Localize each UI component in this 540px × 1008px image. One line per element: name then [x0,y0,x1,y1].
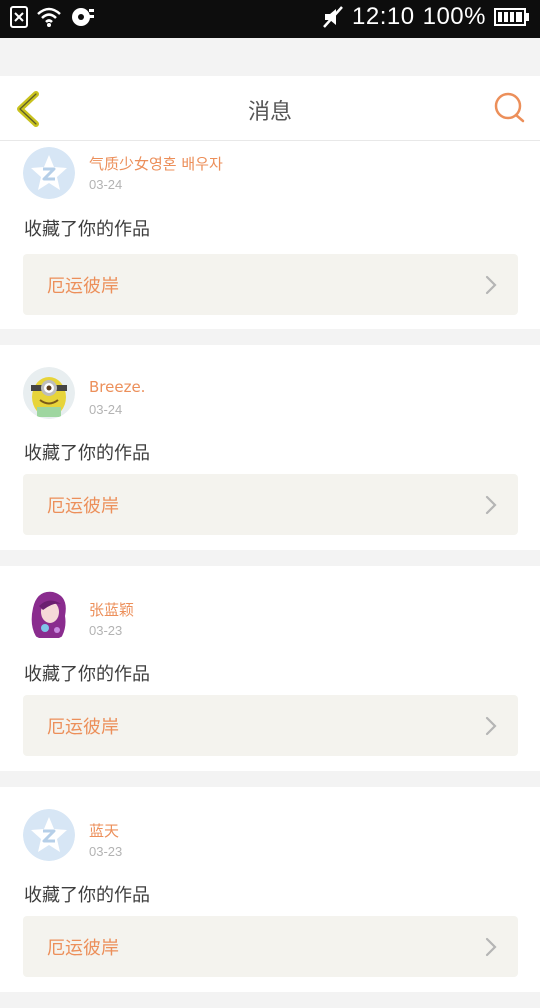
purple-hair-avatar[interactable] [23,588,75,640]
work-link[interactable]: 厄运彼岸 [23,916,518,977]
message-list: 气质少女영혼 배우자 03-24 收藏了你的作品 厄运彼岸 Breeze. 03… [0,141,540,1008]
action-text: 收藏了你的作品 [24,219,150,240]
list-item: Breeze. 03-24 收藏了你的作品 厄运彼岸 [0,345,540,550]
list-item: 蓝天 03-23 收藏了你的作品 厄运彼岸 [0,787,540,992]
wifi-icon [37,7,61,27]
work-title: 厄运彼岸 [47,276,119,297]
work-title: 厄运彼岸 [47,717,119,738]
action-text: 收藏了你的作品 [24,885,150,906]
chevron-right-icon [485,937,497,957]
user-name[interactable]: 蓝天 [89,820,119,841]
user-name[interactable]: 张蓝颖 [89,599,134,620]
work-link[interactable]: 厄运彼岸 [23,695,518,756]
work-link[interactable]: 厄运彼岸 [23,254,518,315]
default-avatar-icon[interactable] [23,809,75,861]
default-avatar-icon[interactable] [23,147,75,199]
message-date: 03-23 [89,844,123,859]
sim-off-icon [10,6,28,28]
work-title: 厄运彼岸 [47,496,119,517]
nav-header: 消息 [0,76,540,141]
chevron-right-icon [485,495,497,515]
user-name[interactable]: Breeze. [89,378,145,396]
list-item: 张蓝颖 03-23 收藏了你的作品 厄运彼岸 [0,566,540,771]
action-text: 收藏了你的作品 [24,443,150,464]
mute-icon [323,6,343,28]
status-bar: 12:10 100% [0,0,540,38]
page-title: 消息 [247,100,292,125]
chevron-right-icon [485,275,497,295]
search-icon[interactable] [492,90,528,126]
message-date: 03-24 [89,402,123,417]
sync-icon [72,8,94,26]
clock: 12:10 [352,3,415,30]
work-title: 厄运彼岸 [47,938,119,959]
work-link[interactable]: 厄运彼岸 [23,474,518,535]
battery-percent: 100% [422,3,486,30]
action-text: 收藏了你的作品 [24,664,150,685]
message-date: 03-23 [89,623,123,638]
message-date: 03-24 [89,177,123,192]
chevron-right-icon [485,716,497,736]
battery-icon [494,8,529,26]
minion-avatar[interactable] [23,367,75,419]
user-name[interactable]: 气质少女영혼 배우자 [89,153,223,174]
top-spacer [0,38,540,76]
list-item: 气质少女영혼 배우자 03-24 收藏了你的作品 厄运彼岸 [0,141,540,329]
